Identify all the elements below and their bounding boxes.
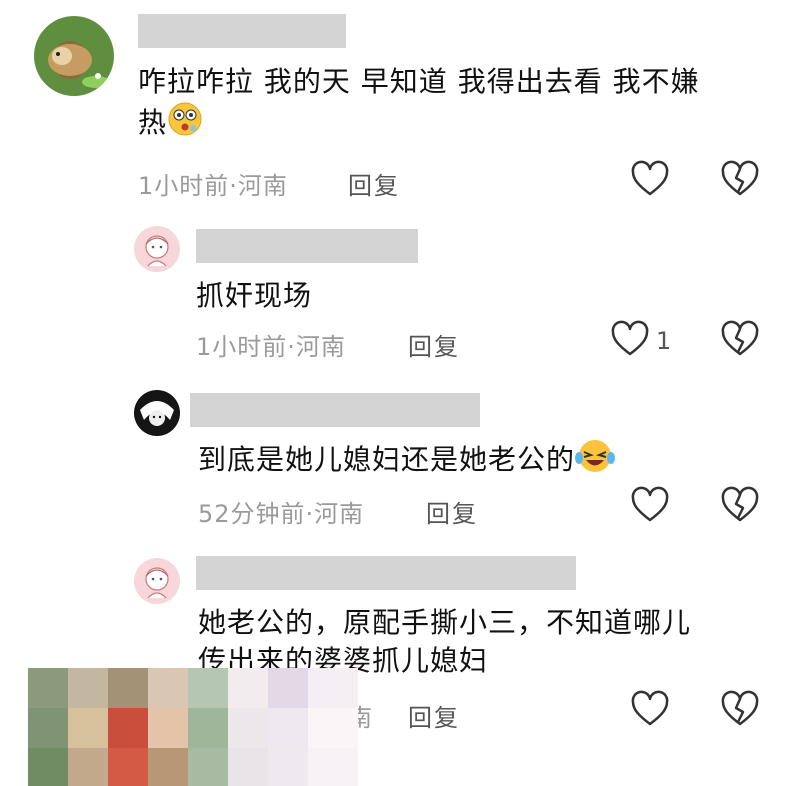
comment-text: 抓奸现场 xyxy=(196,279,313,312)
broken-heart-icon[interactable] xyxy=(720,320,760,360)
username-placeholder[interactable] xyxy=(190,393,480,427)
username-placeholder[interactable] xyxy=(138,14,346,48)
reply-button[interactable]: 回复 xyxy=(408,327,460,362)
broken-heart-icon[interactable] xyxy=(720,160,760,200)
comment-text: 到底是她儿媳妇还是她老公的 xyxy=(198,438,616,484)
avatar-sketch-girl[interactable] xyxy=(134,226,180,272)
heart-outline-icon[interactable] xyxy=(630,486,670,526)
avatar-dark-sketch[interactable] xyxy=(134,390,180,436)
astonished-emoji-icon xyxy=(167,101,203,147)
broken-heart-icon[interactable] xyxy=(720,486,760,526)
username-placeholder[interactable] xyxy=(196,229,418,263)
blurred-overlay-image xyxy=(28,668,358,786)
heart-outline-icon[interactable] xyxy=(630,160,670,200)
comment-meta: 1小时前·河南 xyxy=(138,172,288,200)
comment-meta: 1小时前·河南 xyxy=(196,333,346,361)
heart-outline-icon[interactable] xyxy=(610,320,650,360)
comment-text: 咋拉咋拉 我的天 早知道 我得出去看 我不嫌 热 xyxy=(138,63,778,147)
avatar-guinea-pig[interactable] xyxy=(34,16,114,96)
reply-button[interactable]: 回复 xyxy=(408,698,460,733)
broken-heart-icon[interactable] xyxy=(720,690,760,730)
laughing-crying-emoji-icon xyxy=(575,438,616,484)
comment-meta: 52分钟前·河南 xyxy=(198,500,365,528)
reply-button[interactable]: 回复 xyxy=(348,166,400,201)
heart-outline-icon[interactable] xyxy=(630,690,670,730)
username-placeholder[interactable] xyxy=(196,556,576,590)
reply-button[interactable]: 回复 xyxy=(426,494,478,529)
avatar-sketch-girl[interactable] xyxy=(134,558,180,604)
like-count: 1 xyxy=(656,327,672,355)
